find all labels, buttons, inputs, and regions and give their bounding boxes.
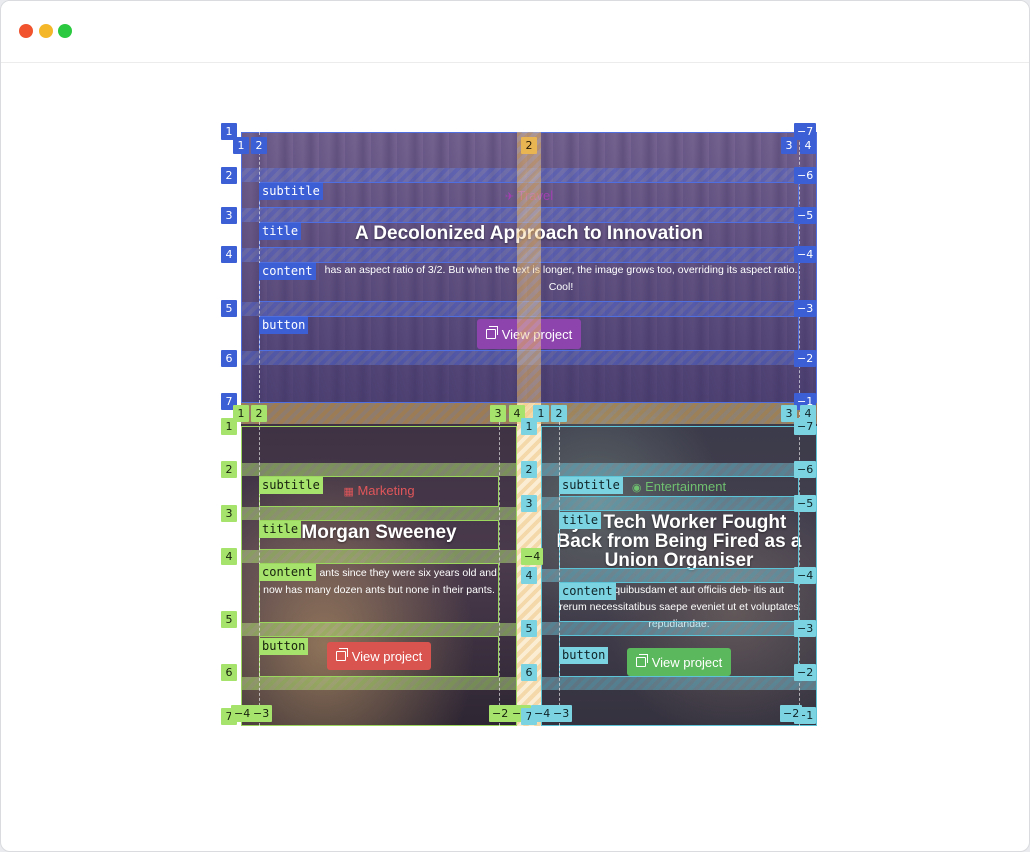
grid-column-number: 3 [781, 405, 797, 422]
grid-row-number: 5 [221, 611, 237, 628]
area-label-title: title [559, 512, 602, 529]
grid-column-number: −3 [550, 705, 573, 722]
grid-row-number: −6 [794, 461, 817, 478]
grid-row-number: 2 [221, 461, 237, 478]
grid-column-number: 2 [251, 137, 267, 154]
grid-column-number: −3 [250, 705, 273, 722]
grid-column-number: −2 [780, 705, 803, 722]
grid-row-number: −2 [794, 350, 817, 367]
area-label-content: content [259, 263, 316, 280]
area-label-button: button [259, 638, 309, 655]
area-label-content: content [559, 583, 616, 600]
area-label-title: title [259, 223, 302, 240]
grid-row-number: 5 [521, 620, 537, 637]
area-label-subtitle: subtitle [559, 477, 623, 494]
area-label-subtitle: subtitle [259, 183, 323, 200]
grid-row-number: −2 [794, 664, 817, 681]
grid-row-number: 3 [521, 495, 537, 512]
close-window-button[interactable] [19, 24, 33, 38]
grid-row-number: 6 [221, 350, 237, 367]
grid-row-number: 3 [221, 505, 237, 522]
grid-column-number: 3 [490, 405, 506, 422]
grid-row-number: 4 [221, 548, 237, 565]
area-label-title: title [259, 521, 302, 538]
grid-row-number: 5 [221, 300, 237, 317]
grid-column-line [499, 412, 500, 726]
grid-row-number: 6 [521, 664, 537, 681]
grid-row-number: −5 [794, 207, 817, 224]
window-titlebar [1, 1, 1029, 63]
maximize-window-button[interactable] [58, 24, 72, 38]
grid-row-number: 2 [221, 167, 237, 184]
grid-column-number: −2 [489, 705, 512, 722]
grid-column-number: 2 [521, 137, 537, 154]
grid-row-number: −3 [794, 620, 817, 637]
grid-row-number: 4 [521, 567, 537, 584]
grid-column-number: 4 [800, 137, 816, 154]
grid-row-number: −4 [794, 246, 817, 263]
grid-column-number: 1 [233, 137, 249, 154]
area-label-subtitle: subtitle [259, 477, 323, 494]
grid-row-number: −4 [794, 567, 817, 584]
grid-row-number: 2 [521, 461, 537, 478]
grid-outline [541, 426, 817, 726]
grid-column-line [559, 412, 560, 726]
minimize-window-button[interactable] [39, 24, 53, 38]
grid-row-number: −3 [794, 300, 817, 317]
grid-row-number: −5 [794, 495, 817, 512]
grid-column-number: 2 [551, 405, 567, 422]
grid-row-number: 3 [221, 207, 237, 224]
grid-column-number: 3 [781, 137, 797, 154]
grid-row-number: −6 [794, 167, 817, 184]
grid-column-number: 2 [251, 405, 267, 422]
browser-window: ✈ Travel A Decolonized Approach to Innov… [0, 0, 1030, 852]
area-label-button: button [559, 647, 609, 664]
grid-column-number: 1 [233, 405, 249, 422]
area-label-content: content [259, 564, 316, 581]
grid-column-number: 4 [800, 405, 816, 422]
grid-row-number: −4 [521, 548, 544, 565]
area-label-button: button [259, 317, 309, 334]
grid-row-number: 6 [221, 664, 237, 681]
grid-row-number: 4 [221, 246, 237, 263]
grid-column-number: 1 [533, 405, 549, 422]
